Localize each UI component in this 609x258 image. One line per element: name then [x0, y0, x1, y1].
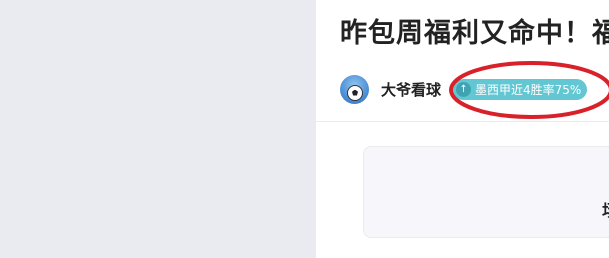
- article-content: 昨包周福利又命中！福 大爷看球 ↑ 墨西甲近4胜率75% 场: [316, 0, 609, 258]
- author-avatar[interactable]: [340, 74, 369, 104]
- author-row: 大爷看球 ↑ 墨西甲近4胜率75%: [340, 73, 588, 105]
- arrow-up-icon: ↑: [456, 81, 472, 97]
- card-text: 场: [602, 197, 609, 221]
- left-gutter: [0, 0, 316, 258]
- page: 昨包周福利又命中！福 大爷看球 ↑ 墨西甲近4胜率75% 场: [0, 0, 609, 258]
- win-rate-badge[interactable]: ↑ 墨西甲近4胜率75%: [453, 78, 588, 100]
- divider: [316, 121, 609, 122]
- win-rate-badge-label: 墨西甲近4胜率75%: [475, 82, 582, 97]
- article-title: 昨包周福利又命中！福: [340, 18, 609, 49]
- content-card: 场: [363, 146, 609, 238]
- soccer-ball-icon: [347, 84, 363, 101]
- author-name[interactable]: 大爷看球: [381, 79, 441, 100]
